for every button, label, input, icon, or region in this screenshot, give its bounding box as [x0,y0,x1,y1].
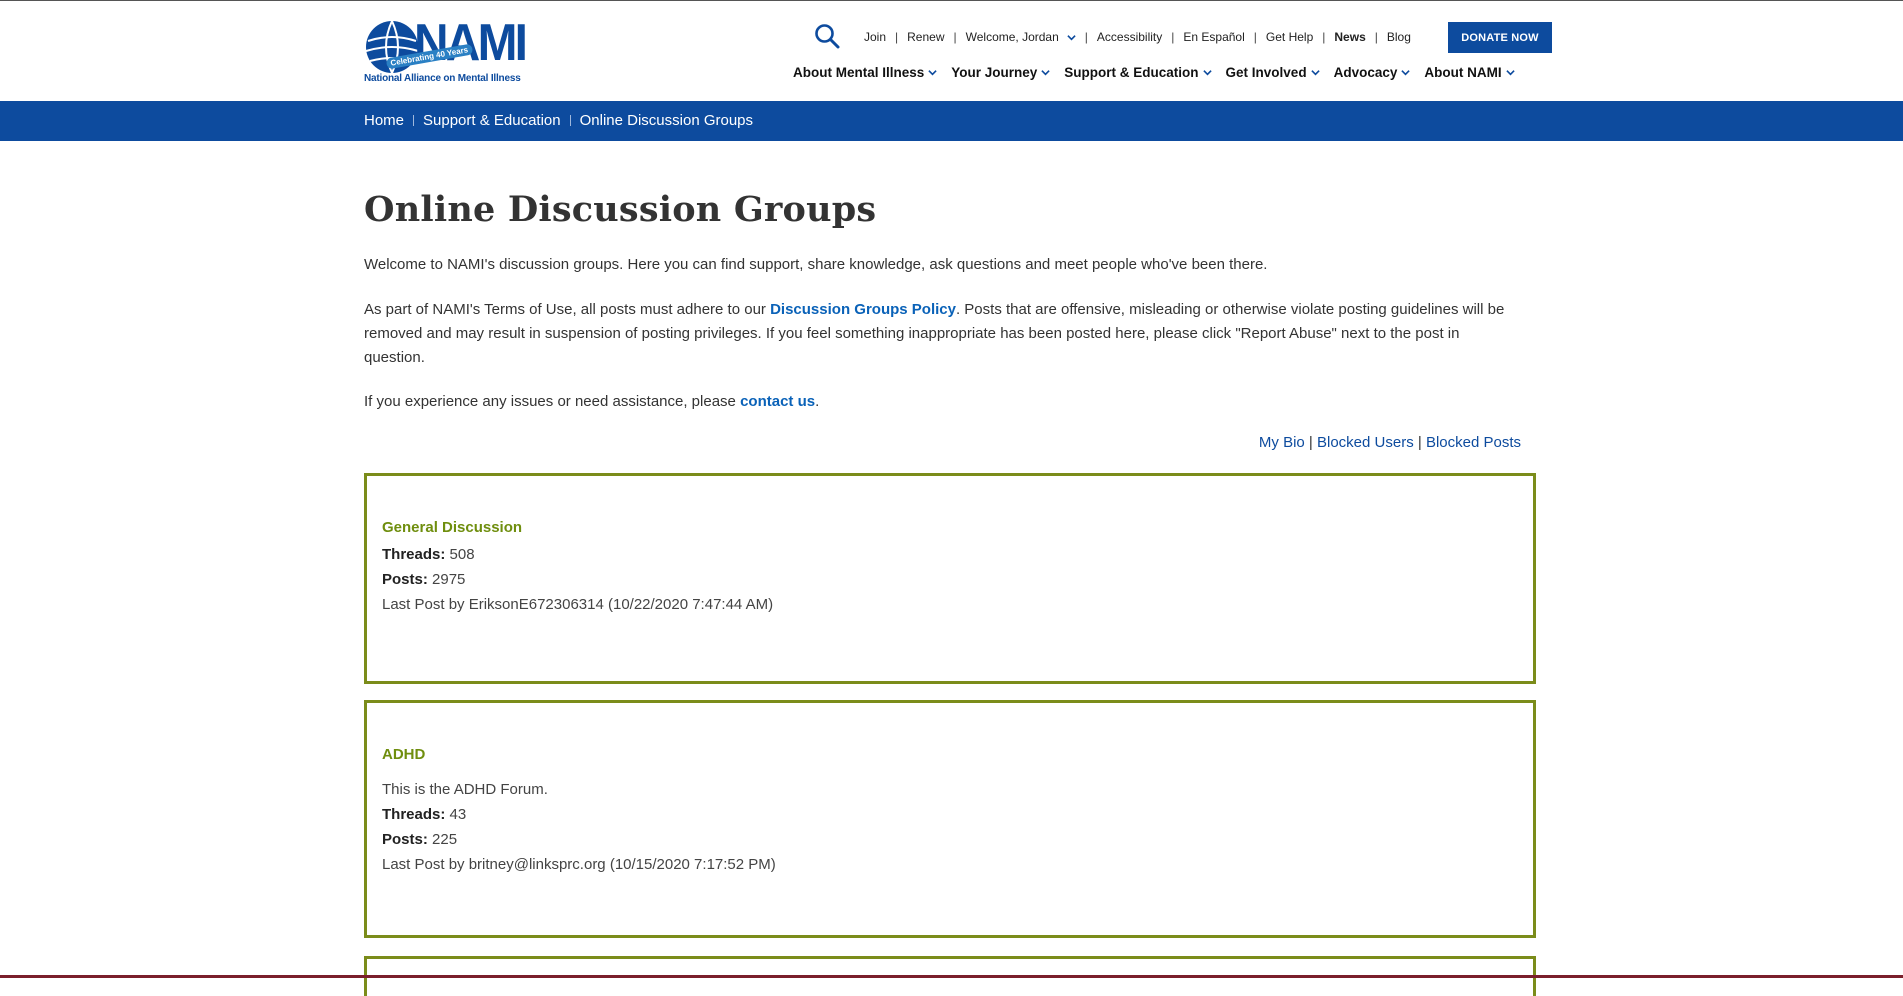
main-nav: About Mental Illness Your Journey Suppor… [793,65,1515,80]
group-description: This is the ADHD Forum. [382,781,548,798]
nav-about-nami[interactable]: About NAMI [1424,65,1515,80]
user-links: My Bio | Blocked Users | Blocked Posts [1259,434,1521,451]
utility-separator: | [1374,30,1378,44]
welcome-link[interactable]: Welcome, Jordan [966,30,1059,44]
nav-support-education[interactable]: Support & Education [1064,65,1212,80]
user-links-separator: | [1417,434,1422,451]
nav-your-journey[interactable]: Your Journey [951,65,1050,80]
terms-text: As part of NAMI's Terms of Use, all post… [364,301,771,318]
user-links-separator: | [1308,434,1313,451]
discussion-group-card: General Discussion Threads: 508 Posts: 2… [364,473,1536,684]
group-title-link[interactable]: ADHD [382,746,425,763]
logo-wordmark: NAMI [414,14,528,72]
chevron-down-icon [1041,70,1050,76]
utility-nav: Join | Renew | Welcome, Jordan | Accessi… [864,27,1411,47]
logo-tagline: National Alliance on Mental Illness [364,73,521,84]
posts-label: Posts: [382,571,428,588]
espanol-link[interactable]: En Español [1183,30,1244,44]
utility-separator: | [1171,30,1175,44]
contact-paragraph: If you experience any issues or need ass… [364,390,1524,414]
get-help-link[interactable]: Get Help [1266,30,1313,44]
threads-value: 508 [449,546,475,563]
nav-get-involved[interactable]: Get Involved [1226,65,1320,80]
news-link[interactable]: News [1334,30,1365,44]
nav-label: Support & Education [1064,65,1199,80]
nav-label: Get Involved [1225,65,1307,80]
threads-label: Threads: [382,546,446,563]
group-title-link[interactable]: General Discussion [382,519,522,536]
breadcrumb: Home Support & Education Online Discussi… [364,112,753,129]
donate-button[interactable]: DONATE NOW [1448,22,1552,53]
nav-label: Your Journey [951,65,1038,80]
breadcrumb-support-education[interactable]: Support & Education [423,112,561,129]
last-post-info: Last Post by EriksonE672306314 (10/22/20… [382,596,774,613]
contact-text: If you experience any issues or need ass… [364,393,741,410]
contact-text: . [815,393,820,410]
utility-separator: | [895,30,899,44]
chevron-down-icon [1202,70,1212,76]
intro-paragraph: Welcome to NAMI's discussion groups. Her… [364,256,1268,273]
threads-count: Threads: 43 [382,806,466,823]
chevron-down-icon [1505,70,1515,76]
accessibility-link[interactable]: Accessibility [1097,30,1162,44]
terms-paragraph: As part of NAMI's Terms of Use, all post… [364,298,1524,370]
join-link[interactable]: Join [864,30,886,44]
discussion-group-card: ADHD This is the ADHD Forum. Threads: 43… [364,700,1536,938]
page-title: Online Discussion Groups [364,189,877,230]
blocked-posts-link[interactable]: Blocked Posts [1426,434,1521,451]
threads-value: 43 [449,806,467,823]
search-icon[interactable] [814,23,840,49]
nav-label: Advocacy [1333,65,1398,80]
chevron-down-icon [1310,70,1320,76]
posts-count: Posts: 225 [382,831,457,848]
contact-us-link[interactable]: contact us [740,393,815,410]
my-bio-link[interactable]: My Bio [1259,434,1305,451]
posts-value: 2975 [432,571,466,588]
utility-separator: | [1253,30,1257,44]
blocked-users-link[interactable]: Blocked Users [1317,434,1414,451]
threads-label: Threads: [382,806,446,823]
utility-separator: | [1322,30,1326,44]
nav-advocacy[interactable]: Advocacy [1334,65,1411,80]
posts-value: 225 [432,831,458,848]
threads-count: Threads: 508 [382,546,475,563]
nami-logo[interactable]: NAMI Celebrating 40 Years National Allia… [364,14,534,87]
breadcrumb-home[interactable]: Home [364,112,404,129]
breadcrumb-separator [569,115,571,126]
utility-separator: | [1084,30,1088,44]
breadcrumb-bar: Home Support & Education Online Discussi… [0,101,1903,141]
chevron-down-icon [1401,70,1411,76]
nav-about-mental-illness[interactable]: About Mental Illness [793,65,937,80]
utility-separator: | [953,30,957,44]
welcome-menu[interactable]: Welcome, Jordan [966,30,1076,44]
nav-label: About NAMI [1424,65,1502,80]
chevron-down-icon [928,70,937,76]
site-header: NAMI Celebrating 40 Years National Allia… [0,1,1903,101]
last-post-info: Last Post by britney@linksprc.org (10/15… [382,856,776,873]
posts-count: Posts: 2975 [382,571,465,588]
chevron-down-icon [1067,34,1076,40]
renew-link[interactable]: Renew [907,30,944,44]
posts-label: Posts: [382,831,428,848]
nav-label: About Mental Illness [793,65,925,80]
breadcrumb-separator [413,115,415,126]
breadcrumb-current: Online Discussion Groups [579,112,754,129]
discussion-policy-link[interactable]: Discussion Groups Policy [770,301,956,318]
blog-link[interactable]: Blog [1387,30,1411,44]
